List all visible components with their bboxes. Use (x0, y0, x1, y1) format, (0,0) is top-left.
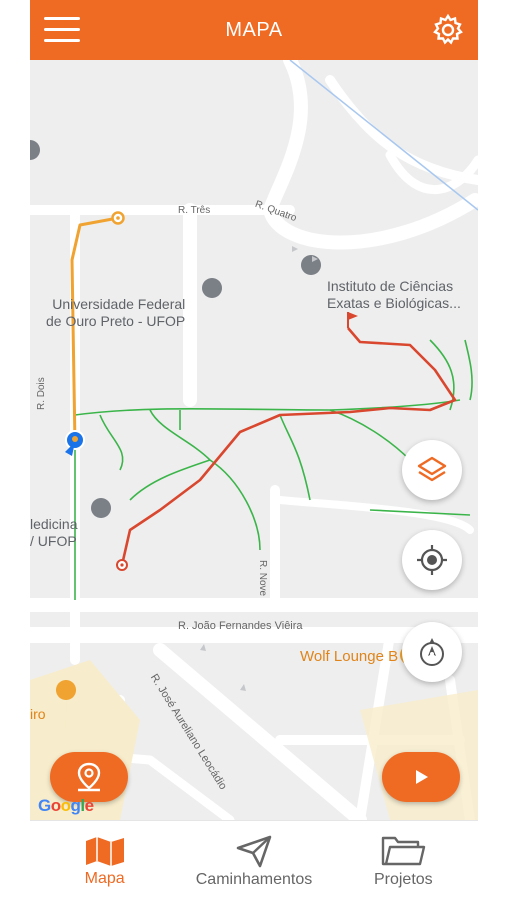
poi-label-iceb-line1: Instituto de Ciências (327, 278, 454, 294)
gear-icon[interactable] (430, 12, 466, 48)
app-screen: MAPA R. Três R. Quatro R. Dois R. Nove R… (30, 0, 478, 900)
poi-label-ufop: Universidade Federal de Ouro Preto - UFO… (46, 296, 185, 330)
nav-item-mapa[interactable]: Mapa (30, 821, 179, 900)
poi-label-wolf-lounge: Wolf Lounge B (300, 648, 399, 665)
poi-label-iro: iro (30, 706, 46, 722)
send-arrow-icon (236, 835, 272, 867)
poi-label-ufop-line2: de Ouro Preto - UFOP (46, 313, 186, 329)
map-canvas (30, 60, 478, 820)
map-icon (85, 836, 124, 866)
locate-me-button[interactable] (402, 530, 462, 590)
nav-item-projetos[interactable]: Projetos (329, 821, 478, 900)
poi-label-iceb: Instituto de Ciências Exatas e Biológica… (327, 278, 461, 312)
folder-icon (382, 836, 426, 865)
layers-button[interactable] (402, 440, 462, 500)
app-header: MAPA (30, 0, 478, 60)
compass-button[interactable] (402, 622, 462, 682)
bottom-navigation: Mapa Caminhamentos Projetos (30, 820, 478, 900)
compass-icon (420, 638, 444, 666)
play-button[interactable] (382, 752, 460, 802)
poi-label-medicina: ledicina / UFOP (30, 516, 77, 550)
start-location-button[interactable] (50, 752, 128, 802)
street-label-r-joao: R. João Fernandes Viêira (178, 620, 303, 632)
page-title: MAPA (225, 18, 283, 41)
street-label-r-tres: R. Três (178, 205, 211, 216)
nav-label-mapa: Mapa (84, 869, 125, 887)
location-pin-icon (77, 762, 101, 792)
poi-label-ufop-line1: Universidade Federal (52, 296, 186, 312)
poi-label-medicina-line1: ledicina (30, 516, 78, 532)
nav-label-projetos: Projetos (373, 870, 433, 888)
play-icon (416, 770, 428, 784)
map-view[interactable]: R. Três R. Quatro R. Dois R. Nove R. Joã… (30, 60, 478, 820)
street-label-r-dois: R. Dois (36, 377, 47, 410)
poi-label-iceb-line2: Exatas e Biológicas... (327, 295, 461, 311)
street-label-r-nove: R. Nove (257, 560, 268, 597)
nav-label-caminhamentos: Caminhamentos (195, 870, 313, 888)
hamburger-menu-icon[interactable] (44, 14, 80, 46)
nav-item-caminhamentos[interactable]: Caminhamentos (179, 821, 328, 900)
crosshair-location-icon (417, 545, 447, 575)
google-attribution: Google (38, 796, 94, 815)
poi-label-medicina-line2: / UFOP (30, 533, 77, 549)
layers-icon (417, 456, 447, 482)
